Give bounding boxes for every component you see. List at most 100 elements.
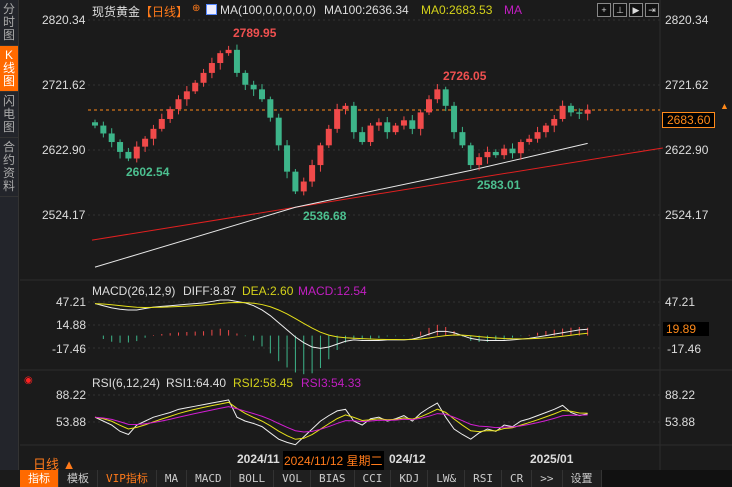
tab-cr[interactable]: CR (502, 470, 532, 487)
indicator-chart-icon[interactable] (206, 4, 217, 15)
tab-cci[interactable]: CCI (355, 470, 392, 487)
macd-axis-left-0: 47.21 (56, 295, 86, 309)
candle-body (359, 132, 365, 142)
date-label-dec: 024/12 (389, 452, 426, 466)
candle-body (518, 142, 524, 153)
ma-params: MA(100,0,0,0,0,0) (220, 3, 316, 17)
price-axis-right-3: 2524.17 (665, 208, 708, 222)
current-price-tag: 2683.60 (662, 112, 715, 128)
tab-macd[interactable]: MACD (187, 470, 231, 487)
candle-body (242, 73, 248, 85)
tab-vol[interactable]: VOL (274, 470, 311, 487)
macd-axis-left-1: 14.88 (56, 318, 86, 332)
candle-body (535, 132, 541, 139)
scroll-end-icon[interactable]: ⇥ (645, 3, 659, 17)
candle-body (476, 157, 482, 165)
candle-body (134, 147, 140, 159)
macd-dea-line (95, 303, 588, 340)
candle-body (526, 139, 532, 142)
macd-dea: DEA:2.60 (242, 284, 293, 298)
annotation-high-2: 2726.05 (443, 69, 486, 83)
tab-vip-indicators[interactable]: VIP指标 (98, 470, 157, 487)
annotation-low-1: 2602.54 (126, 165, 169, 179)
candle-body (234, 50, 240, 73)
rsi3-value: RSI3:54.33 (301, 376, 361, 390)
candle-body (251, 85, 257, 90)
settings-button[interactable]: 设置 (563, 470, 602, 487)
tab-kdj[interactable]: KDJ (391, 470, 428, 487)
macd-diff: DIFF:8.87 (183, 284, 236, 298)
rsi-axis-right-1: 53.88 (665, 415, 695, 429)
candle-body (585, 110, 591, 114)
zoom-range-icon[interactable]: ⊥ (613, 3, 627, 17)
candle-body (142, 139, 148, 147)
crosshair-tool-icon[interactable]: + (597, 3, 611, 17)
crosshair-date: 2024/11/12 星期二 (283, 451, 384, 470)
rsi-axis-left-0: 88.22 (56, 388, 86, 402)
tab-ma[interactable]: MA (157, 470, 187, 487)
candle-body (334, 109, 340, 129)
candle-body (317, 145, 323, 165)
candle-body (109, 133, 115, 142)
candle-body (351, 106, 357, 132)
tab-bias[interactable]: BIAS (311, 470, 355, 487)
candle-body (150, 129, 156, 139)
candle-body (117, 142, 123, 152)
macd-value: MACD:12.54 (298, 284, 367, 298)
macd-axis-left-2: -17.46 (52, 342, 86, 356)
candle-body (259, 89, 265, 99)
candle-body (576, 112, 582, 113)
candle-body (451, 106, 457, 132)
play-icon[interactable]: ▶ (629, 3, 643, 17)
chart-canvas[interactable] (0, 0, 732, 487)
instrument-title: 现货黄金 (92, 3, 140, 20)
more-button[interactable]: >> (532, 470, 562, 487)
ma-value: MA (504, 3, 522, 17)
ma0-value: MA0:2683.53 (421, 3, 492, 17)
candle-body (167, 109, 173, 119)
candle-body (501, 149, 507, 156)
candle-body (92, 122, 98, 125)
candle-body (551, 119, 557, 126)
tab-rsi[interactable]: RSI (465, 470, 502, 487)
candle-body (301, 182, 307, 192)
candle-body (468, 145, 474, 165)
candle-body (159, 119, 165, 129)
candle-body (176, 99, 182, 109)
candle-body (192, 83, 198, 92)
candle-body (459, 132, 465, 145)
candle-body (560, 106, 566, 119)
trend-line (92, 148, 663, 240)
candle-body (343, 106, 349, 109)
price-axis-left-0: 2820.34 (42, 13, 85, 27)
candle-body (184, 91, 190, 99)
candle-body (510, 149, 516, 154)
candle-body (201, 73, 207, 83)
candle-body (418, 112, 424, 128)
tab-lw[interactable]: LW& (428, 470, 465, 487)
tab-boll[interactable]: BOLL (231, 470, 275, 487)
macd-axis-right-2: -17.46 (667, 342, 701, 356)
candle-body (543, 126, 549, 133)
annotation-low-3: 2583.01 (477, 178, 520, 192)
annotation-low-2: 2536.68 (303, 209, 346, 223)
candle-body (292, 172, 298, 192)
candle-body (267, 99, 273, 117)
crosshair-icon[interactable]: ⊕ (192, 3, 200, 14)
scroll-top-icon[interactable]: ▲ (720, 101, 729, 111)
price-axis-left-1: 2721.62 (42, 78, 85, 92)
alert-icon[interactable]: ◉ (24, 375, 33, 386)
candle-body (401, 120, 407, 125)
candle-body (217, 53, 223, 63)
candle-body (284, 145, 290, 171)
candle-body (393, 126, 399, 133)
ma100-line (95, 143, 588, 267)
candle-body (226, 50, 232, 53)
macd-axis-right-0: 47.21 (665, 295, 695, 309)
price-axis-right-2: 2622.90 (665, 143, 708, 157)
tab-indicators[interactable]: 指标 (20, 470, 59, 487)
tab-templates[interactable]: 模板 (59, 470, 98, 487)
macd-current-tag: 19.89 (663, 322, 709, 336)
candle-body (434, 89, 440, 99)
rsi-axis-left-1: 53.88 (56, 415, 86, 429)
